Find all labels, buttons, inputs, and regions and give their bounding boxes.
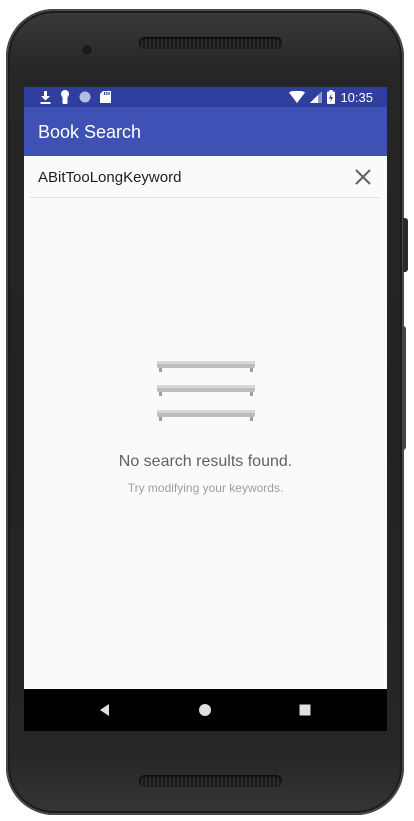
front-camera: [82, 45, 92, 55]
power-button[interactable]: [403, 326, 406, 450]
top-speaker: [139, 37, 282, 49]
navigation-bar: [24, 689, 387, 731]
bookshelf-icon: [157, 361, 255, 421]
empty-state-title: No search results found.: [118, 453, 293, 470]
clock: 10:35: [340, 89, 373, 105]
bottom-speaker: [139, 775, 282, 787]
empty-state-subtitle: Try modifying your keywords.: [127, 481, 284, 495]
volume-button[interactable]: [403, 218, 408, 272]
shelf-top: [157, 361, 255, 372]
shelf-bottom: [157, 410, 255, 421]
search-divider: [30, 197, 380, 198]
app-title: Book Search: [38, 122, 142, 142]
home-icon[interactable]: [195, 700, 215, 720]
battery-icon: [327, 90, 336, 104]
keyhole-icon: [61, 90, 69, 104]
wifi-icon: [289, 91, 306, 103]
circle-icon: [79, 91, 91, 103]
search-bar: [24, 156, 387, 198]
app-bar: Book Search: [24, 107, 387, 156]
sd-card-icon: [100, 91, 111, 103]
download-icon: [40, 90, 51, 104]
close-icon[interactable]: [351, 165, 375, 189]
back-icon[interactable]: [95, 700, 115, 720]
status-bar: 10:35: [24, 87, 387, 107]
screen: 10:35 Book Search No search results fo: [24, 87, 387, 731]
search-input[interactable]: [30, 156, 350, 198]
recents-icon[interactable]: [295, 700, 315, 720]
signal-icon: [310, 91, 323, 103]
shelf-middle: [157, 385, 255, 396]
